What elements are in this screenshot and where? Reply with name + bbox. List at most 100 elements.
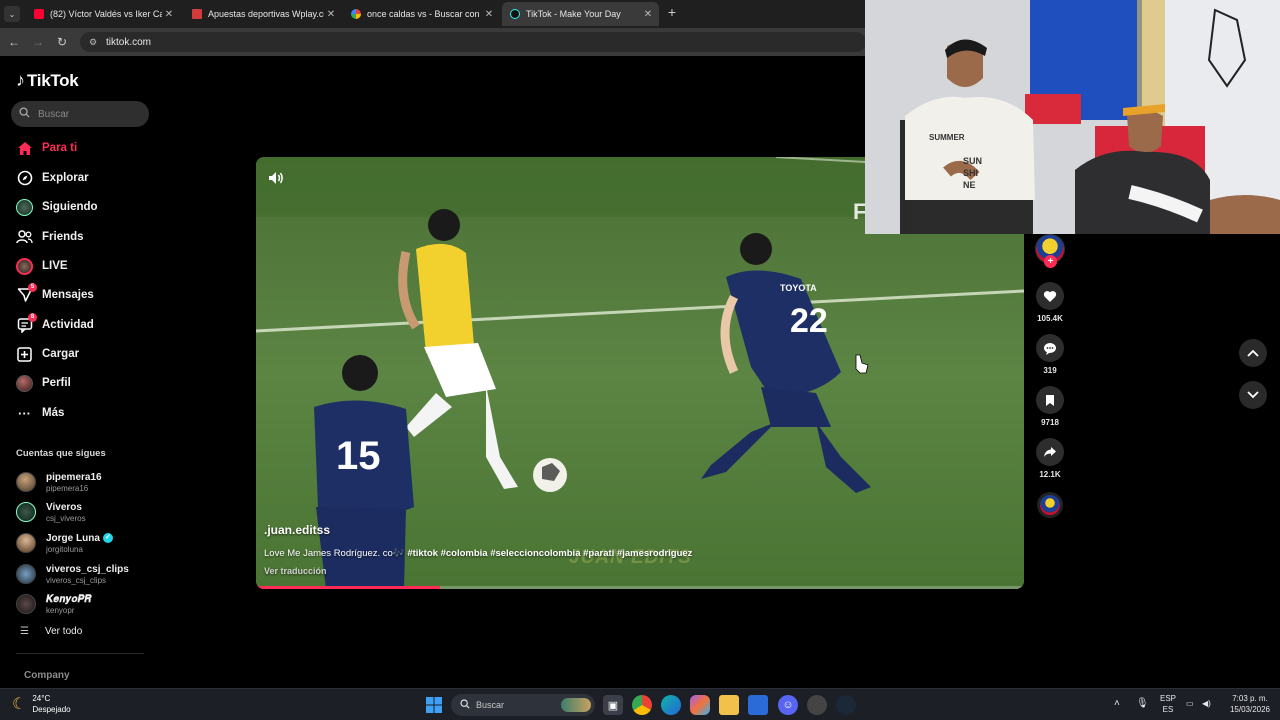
followed-account[interactable]: Viveros csj_viveros <box>16 499 86 525</box>
search-input[interactable] <box>38 108 138 120</box>
nav-explorar[interactable]: Explorar <box>16 167 89 189</box>
next-video-chevron-down-icon[interactable] <box>1239 381 1267 409</box>
see-translation-link[interactable]: Ver traducción <box>264 566 327 576</box>
sidebar-divider <box>16 653 144 654</box>
tab-title: (82) Víctor Valdés vs Iker Casillas <box>50 9 162 19</box>
avatar <box>16 502 36 522</box>
chrome-icon[interactable] <box>632 695 652 715</box>
heart-icon[interactable] <box>1036 282 1064 310</box>
share-action[interactable]: 12.1K <box>1036 438 1064 479</box>
followed-account[interactable]: Jorge Luna ✓ jorgitoluna <box>16 530 113 556</box>
following-section-title: Cuentas que sigues <box>16 448 106 459</box>
close-tab-icon[interactable]: ✕ <box>641 9 655 20</box>
nav-label: Más <box>42 407 65 419</box>
see-all-button[interactable]: ☰ Ver todo <box>20 626 82 637</box>
tiktok-logo[interactable]: ♪ TikTok <box>16 70 79 91</box>
site-info-icon[interactable]: ⚙ <box>86 37 100 48</box>
nav-label: Para ti <box>42 142 78 154</box>
shirt-print-line4: NE <box>963 180 976 190</box>
video-progress-bar[interactable] <box>256 586 1024 589</box>
messages-icon: 5 <box>16 282 37 304</box>
microsoft-store-icon[interactable] <box>748 695 768 715</box>
browser-tab[interactable]: once caldas vs - Buscar con Google ✕ <box>343 2 500 26</box>
address-bar[interactable]: ⚙ tiktok.com <box>80 32 866 52</box>
nav-cargar[interactable]: Cargar <box>16 343 79 365</box>
soccer-ball <box>533 458 567 492</box>
share-arrow-icon[interactable] <box>1036 438 1064 466</box>
search-box[interactable] <box>11 101 149 127</box>
compass-icon <box>16 170 33 187</box>
friends-icon <box>16 229 33 246</box>
followed-account[interactable]: pipemera16 pipemera16 <box>16 469 102 495</box>
video-description: Love Me James Rodríguez. co🎶 #tiktok #co… <box>264 548 692 559</box>
nav-mensajes[interactable]: 5 Mensajes <box>16 282 94 306</box>
nav-label: Siguiendo <box>42 201 98 213</box>
profile-avatar <box>16 374 33 392</box>
shirt-print-line2: SUN <box>963 156 982 166</box>
task-view-icon[interactable]: ▣ <box>603 695 623 715</box>
nav-perfil[interactable]: Perfil <box>16 372 71 394</box>
clock[interactable]: 7:03 p. m. 15/03/2026 <box>1226 693 1274 715</box>
volume-icon[interactable] <box>268 171 286 187</box>
nav-actividad[interactable]: 8 Actividad <box>16 312 94 336</box>
taskbar-search[interactable]: Buscar <box>451 694 595 716</box>
previous-video-chevron-up-icon[interactable] <box>1239 339 1267 367</box>
nav-mas[interactable]: ··· Más <box>16 402 64 424</box>
windows-start-icon[interactable] <box>424 695 444 715</box>
nav-para-ti[interactable]: Para ti <box>16 137 77 159</box>
close-tab-icon[interactable]: ✕ <box>324 9 338 20</box>
search-icon <box>460 698 470 712</box>
discord-icon[interactable]: ☺ <box>778 695 798 715</box>
volume-tray-icon[interactable]: ◀) <box>1202 698 1211 709</box>
nav-friends[interactable]: Friends <box>16 226 84 248</box>
tab-title: Apuestas deportivas Wplay.co <box>208 9 324 19</box>
company-link[interactable]: Company <box>24 670 70 681</box>
microphone-icon[interactable]: 🎙 <box>1136 698 1149 709</box>
nav-siguiendo[interactable]: Siguiendo <box>16 196 98 218</box>
reload-icon[interactable]: ↻ <box>54 34 70 50</box>
close-tab-icon[interactable]: ✕ <box>162 9 176 20</box>
nav-live[interactable]: LIVE <box>16 255 68 277</box>
file-explorer-icon[interactable] <box>719 695 739 715</box>
followed-account[interactable]: 𝑲𝒆𝒏𝒚𝒐𝑷𝑹 kenyopr <box>16 591 92 617</box>
jersey-number-15: 15 <box>336 434 381 478</box>
comment-count: 319 <box>1043 366 1057 375</box>
comment-action[interactable]: 319 <box>1036 334 1064 375</box>
jersey-number-22: 22 <box>790 302 828 340</box>
video-caption: Love Me James Rodríguez. co🎶 <box>264 548 405 559</box>
language-code: ESP <box>1160 694 1177 703</box>
video-author[interactable]: .juan.editss <box>264 523 330 537</box>
logo-wordmark: TikTok <box>27 70 79 90</box>
steam-icon[interactable] <box>836 695 856 715</box>
browser-tab[interactable]: Apuestas deportivas Wplay.co ✕ <box>184 2 342 26</box>
language-indicator[interactable]: ESP ES <box>1160 693 1176 715</box>
account-name: viveros_csj_clips <box>46 563 129 575</box>
account-name: Jorge Luna <box>46 532 100 544</box>
forward-arrow-icon[interactable]: → <box>30 34 46 50</box>
edge-icon[interactable] <box>661 695 681 715</box>
nav-label: LIVE <box>42 260 68 272</box>
comment-icon[interactable] <box>1036 334 1064 362</box>
copilot-icon[interactable] <box>690 695 710 715</box>
music-disc-icon[interactable] <box>1037 492 1063 518</box>
more-icon: ··· <box>18 405 31 421</box>
home-icon <box>16 140 33 157</box>
followed-account[interactable]: viveros_csj_clips viveros_csj_clips <box>16 561 129 587</box>
tab-search-chevron-icon[interactable]: ⌄ <box>4 6 20 22</box>
like-action[interactable]: 105.4K <box>1036 282 1064 323</box>
bookmark-icon[interactable] <box>1036 386 1064 414</box>
weather-widget[interactable]: ☾ 24°C Despejado <box>12 693 71 715</box>
weather-condition: Despejado <box>32 705 71 714</box>
network-icon[interactable]: ▭ <box>1186 698 1194 709</box>
new-tab-plus-icon[interactable]: + <box>664 4 680 22</box>
video-hashtags[interactable]: #tiktok #colombia #seleccioncolombia #pa… <box>407 548 692 559</box>
account-handle: viveros_csj_clips <box>46 575 107 585</box>
browser-tab[interactable]: (82) Víctor Valdés vs Iker Casillas ✕ <box>26 2 180 26</box>
tray-chevron-up-icon[interactable]: ˄ <box>1114 698 1120 709</box>
follow-plus-button[interactable]: + <box>1044 255 1057 268</box>
back-arrow-icon[interactable]: ← <box>6 34 22 50</box>
browser-tab-active[interactable]: TikTok - Make Your Day ✕ <box>502 2 659 26</box>
save-action[interactable]: 9718 <box>1036 386 1064 427</box>
close-tab-icon[interactable]: ✕ <box>482 9 496 20</box>
recording-app-icon[interactable] <box>807 695 827 715</box>
